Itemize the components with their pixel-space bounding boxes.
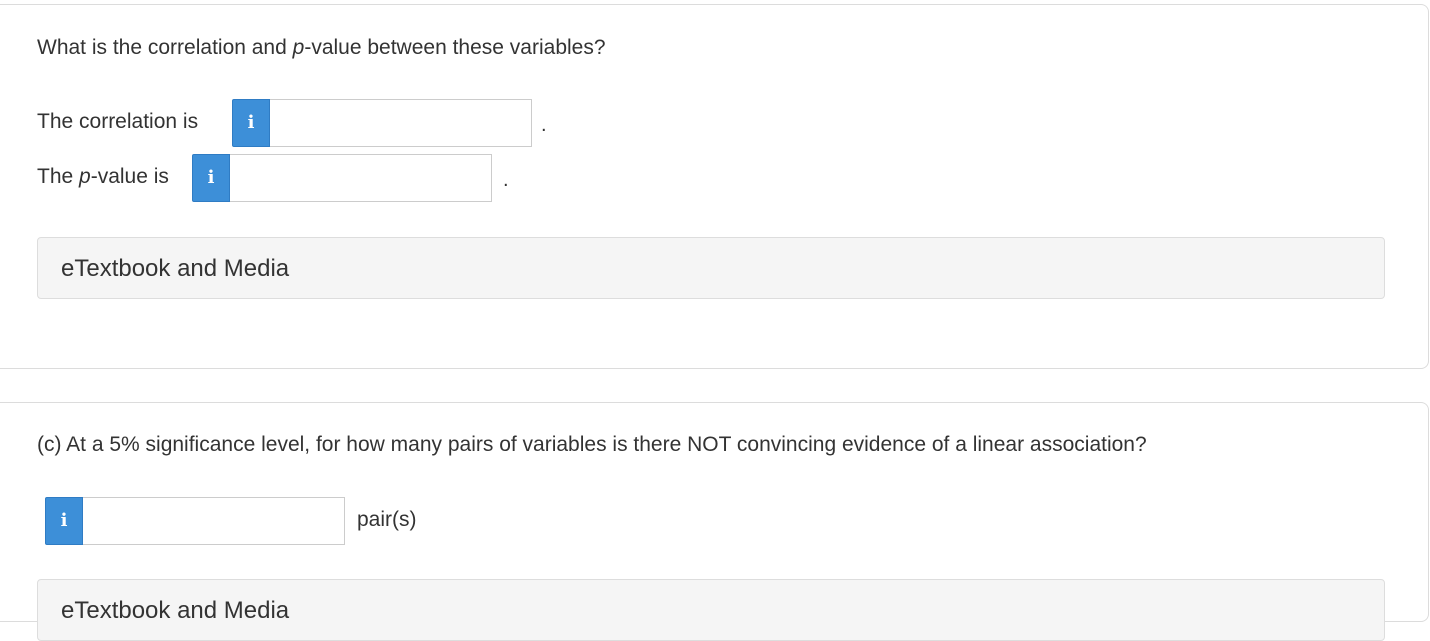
info-icon[interactable]: i (232, 99, 270, 147)
question-card-b: What is the correlation and p-value betw… (0, 4, 1429, 369)
question-prompt: What is the correlation and p-value betw… (37, 35, 606, 61)
etextbook-media-label: eTextbook and Media (61, 597, 290, 624)
question-prompt-text-end: -value between these variables? (304, 36, 606, 59)
correlation-input[interactable] (270, 99, 532, 147)
pairs-unit-label: pair(s) (357, 508, 417, 531)
pvalue-period: . (503, 169, 509, 191)
pvalue-label-text: The (37, 165, 80, 188)
correlation-label: The correlation is (37, 110, 199, 133)
correlation-period: . (541, 114, 547, 136)
etextbook-media-panel[interactable]: eTextbook and Media (37, 237, 1385, 299)
question-prompt: (c) At a 5% significance level, for how … (37, 433, 1147, 456)
question-card-c: (c) At a 5% significance level, for how … (0, 402, 1429, 641)
etextbook-media-panel[interactable]: eTextbook and Media (37, 579, 1385, 641)
question-prompt-italic: p (292, 36, 305, 59)
pairs-count-input[interactable] (83, 497, 345, 545)
pvalue-input[interactable] (230, 154, 492, 202)
pvalue-label-italic: p (79, 165, 91, 188)
pvalue-label-text-end: -value is (90, 165, 169, 188)
info-icon[interactable]: i (45, 497, 83, 545)
info-icon[interactable]: i (192, 154, 230, 202)
pvalue-label: The p-value is (37, 164, 169, 190)
etextbook-media-label: eTextbook and Media (61, 255, 290, 282)
question-prompt-text: What is the correlation and (37, 36, 293, 59)
